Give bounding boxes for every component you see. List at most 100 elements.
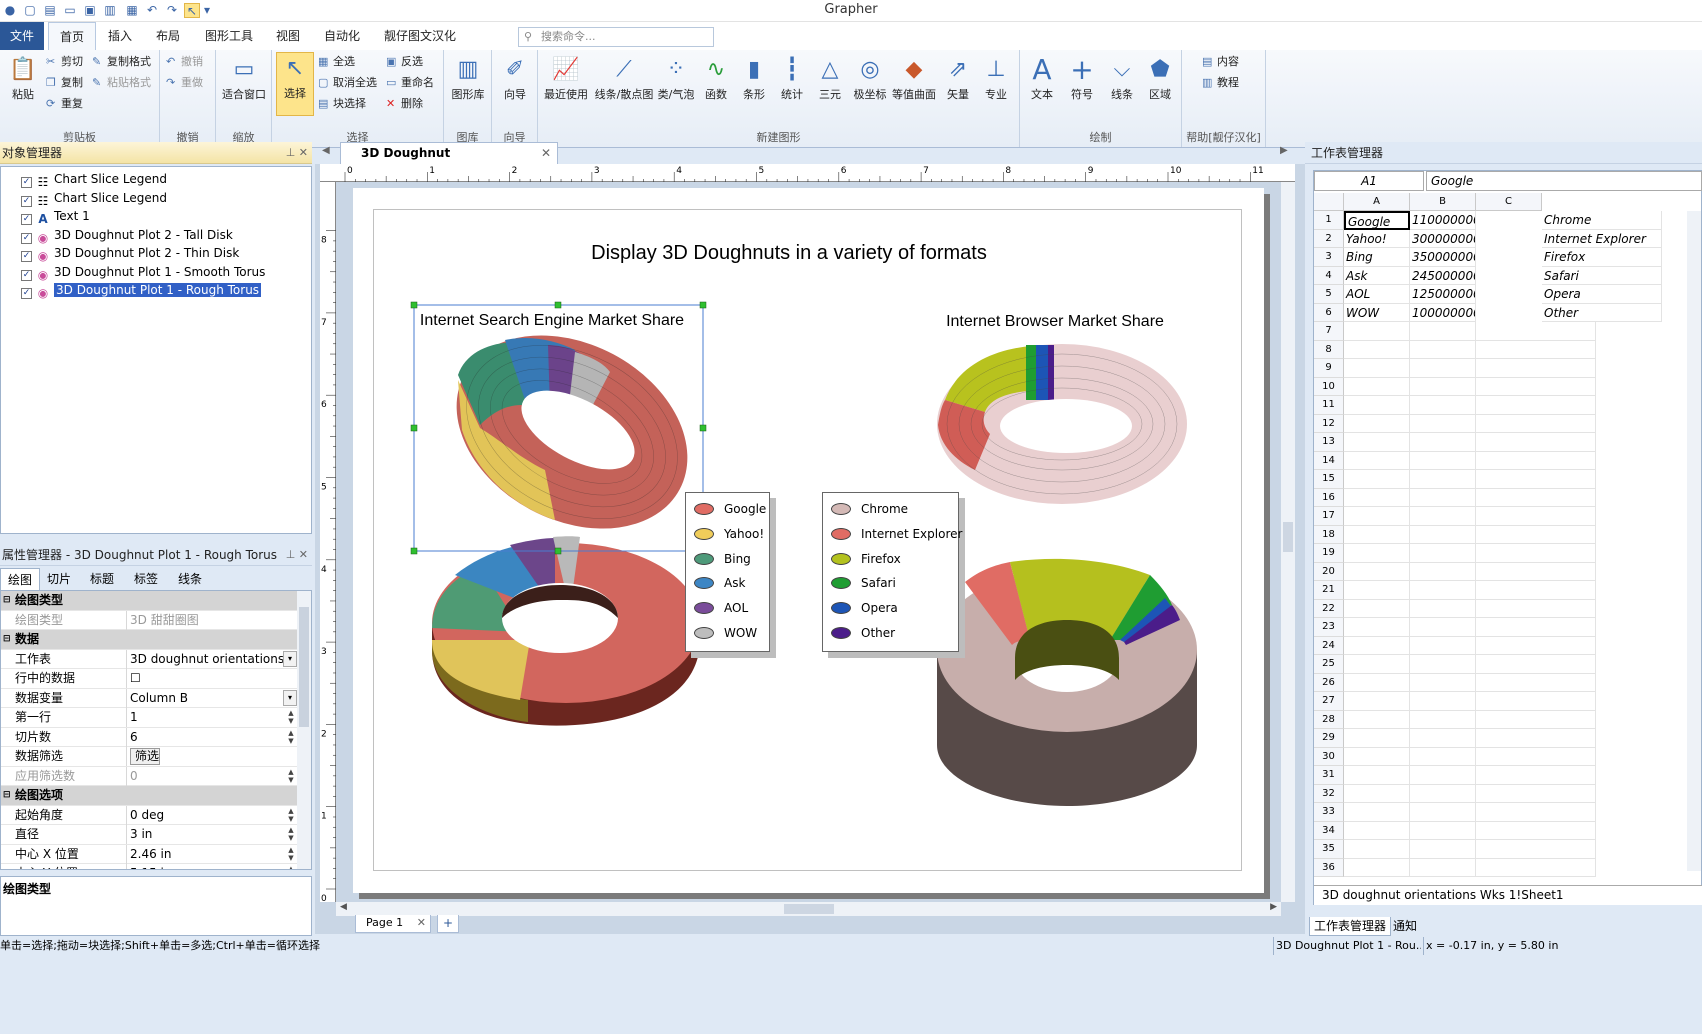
property-row[interactable]: 数据筛选 筛选: [1, 747, 311, 767]
row-header[interactable]: 20: [1314, 562, 1344, 581]
table-cell[interactable]: [1410, 636, 1476, 655]
table-cell[interactable]: [1410, 414, 1476, 433]
table-cell[interactable]: [1476, 322, 1596, 341]
property-row[interactable]: 起始角度 0 deg ▲ ▼: [1, 805, 311, 825]
table-cell[interactable]: Internet Explorer: [1542, 229, 1662, 248]
table-cell[interactable]: WOW: [1344, 303, 1410, 322]
table-cell[interactable]: 245000000: [1410, 266, 1476, 285]
row-header[interactable]: 36: [1314, 858, 1344, 877]
table-cell[interactable]: [1344, 525, 1410, 544]
table-cell[interactable]: [1410, 470, 1476, 489]
tab-title[interactable]: 标题: [80, 568, 124, 590]
table-cell[interactable]: [1476, 784, 1596, 803]
row-header[interactable]: 21: [1314, 581, 1344, 600]
table-cell[interactable]: [1476, 618, 1596, 637]
table-cell[interactable]: [1344, 470, 1410, 489]
table-cell[interactable]: [1410, 377, 1476, 396]
close-page-icon[interactable]: ✕: [417, 915, 426, 931]
row-header[interactable]: 19: [1314, 544, 1344, 563]
table-cell[interactable]: [1410, 599, 1476, 618]
table-cell[interactable]: [1410, 396, 1476, 415]
row-header[interactable]: 31: [1314, 766, 1344, 785]
table-cell[interactable]: AOL: [1344, 285, 1410, 304]
row-header[interactable]: 2: [1314, 229, 1344, 248]
property-value[interactable]: 5.15 in: [130, 864, 297, 869]
row-header[interactable]: 32: [1314, 784, 1344, 803]
search-input[interactable]: 搜索命令...: [518, 27, 714, 47]
row-header[interactable]: 1: [1314, 211, 1344, 230]
tree-item-selected[interactable]: ✓ ◉ 3D Doughnut Plot 1 - Rough Torus: [21, 281, 262, 300]
tab-plot[interactable]: 绘图: [0, 568, 40, 590]
worksheet-grid[interactable]: A1GoogleABC1Google1100000000Chrome2Yahoo…: [1313, 170, 1702, 905]
table-cell[interactable]: [1476, 359, 1596, 378]
table-cell[interactable]: [1344, 396, 1410, 415]
table-cell[interactable]: [1410, 840, 1476, 859]
row-header[interactable]: 23: [1314, 618, 1344, 637]
table-cell[interactable]: 125000000: [1410, 285, 1476, 304]
table-cell[interactable]: [1344, 729, 1410, 748]
legend-item[interactable]: AOL: [694, 596, 748, 620]
table-cell[interactable]: [1344, 322, 1410, 341]
row-header[interactable]: 5: [1314, 285, 1344, 304]
copy-format-button[interactable]: ✎ 复制格式: [92, 52, 151, 72]
table-cell[interactable]: [1410, 747, 1476, 766]
table-cell[interactable]: [1344, 858, 1410, 877]
table-cell[interactable]: 1100000000: [1410, 211, 1476, 230]
table-cell[interactable]: [1476, 340, 1596, 359]
table-cell[interactable]: [1476, 507, 1596, 526]
tab-graph-tools[interactable]: 图形工具: [196, 22, 262, 50]
visibility-checkbox[interactable]: ✓: [21, 196, 32, 207]
table-cell[interactable]: [1476, 451, 1596, 470]
tree-item[interactable]: ✓ ◉ 3D Doughnut Plot 2 - Tall Disk: [21, 226, 233, 245]
table-cell[interactable]: 300000000: [1410, 229, 1476, 248]
wizard-button[interactable]: ✐ 向导: [496, 54, 534, 102]
row-header[interactable]: 9: [1314, 359, 1344, 378]
table-cell[interactable]: Bing: [1344, 248, 1410, 267]
table-cell[interactable]: [1476, 710, 1596, 729]
region-button[interactable]: ⬟ 区域: [1142, 54, 1178, 102]
table-cell[interactable]: [1410, 340, 1476, 359]
row-header[interactable]: 6: [1314, 303, 1344, 322]
property-value[interactable]: 3D doughnut orientations ...: [130, 650, 297, 669]
table-cell[interactable]: [1476, 636, 1596, 655]
table-cell[interactable]: [1410, 655, 1476, 674]
row-header[interactable]: 17: [1314, 507, 1344, 526]
row-header[interactable]: 18: [1314, 525, 1344, 544]
redo-button[interactable]: ↷ 重做: [166, 73, 203, 93]
property-scroll-thumb[interactable]: [299, 607, 309, 727]
tree-item[interactable]: ✓ ☷ Chart Slice Legend: [21, 170, 167, 189]
table-cell[interactable]: [1476, 377, 1596, 396]
table-cell[interactable]: [1410, 562, 1476, 581]
table-cell[interactable]: [1344, 803, 1410, 822]
table-cell[interactable]: [1476, 803, 1596, 822]
table-cell[interactable]: [1476, 840, 1596, 859]
table-cell[interactable]: [1476, 414, 1596, 433]
table-cell[interactable]: [1344, 377, 1410, 396]
property-value[interactable]: 1: [130, 708, 297, 727]
table-cell[interactable]: [1344, 636, 1410, 655]
table-cell[interactable]: [1476, 766, 1596, 785]
invert-selection-button[interactable]: ▣ 反选: [386, 52, 423, 72]
row-header[interactable]: 13: [1314, 433, 1344, 452]
specialty-button[interactable]: ⊥ 专业: [978, 54, 1014, 102]
table-cell[interactable]: [1476, 729, 1596, 748]
scroll-right-arrow-icon[interactable]: ▶: [1270, 902, 1277, 912]
spinner-icon[interactable]: ▲▼: [285, 846, 297, 863]
legend-item[interactable]: Bing: [694, 547, 751, 571]
property-value[interactable]: 6: [130, 728, 297, 747]
tall-disk-plot[interactable]: [937, 558, 1197, 806]
table-cell[interactable]: [1410, 507, 1476, 526]
horizontal-scroll-thumb[interactable]: [784, 904, 834, 914]
row-header[interactable]: 14: [1314, 451, 1344, 470]
row-header[interactable]: 24: [1314, 636, 1344, 655]
property-value[interactable]: 0: [130, 767, 297, 786]
property-value[interactable]: 3D 甜甜圈图: [130, 611, 297, 630]
panel-pin-close-icon[interactable]: ⊥ ✕: [286, 142, 308, 164]
worksheet-vertical-scrollbar[interactable]: [1687, 211, 1701, 871]
row-header[interactable]: 26: [1314, 673, 1344, 692]
table-cell[interactable]: [1344, 747, 1410, 766]
legend-item[interactable]: Yahoo!: [694, 522, 764, 546]
symbol-button[interactable]: + 符号: [1064, 54, 1100, 102]
tab-localization[interactable]: 靓仔图文汉化: [374, 22, 466, 50]
table-cell[interactable]: [1476, 488, 1596, 507]
